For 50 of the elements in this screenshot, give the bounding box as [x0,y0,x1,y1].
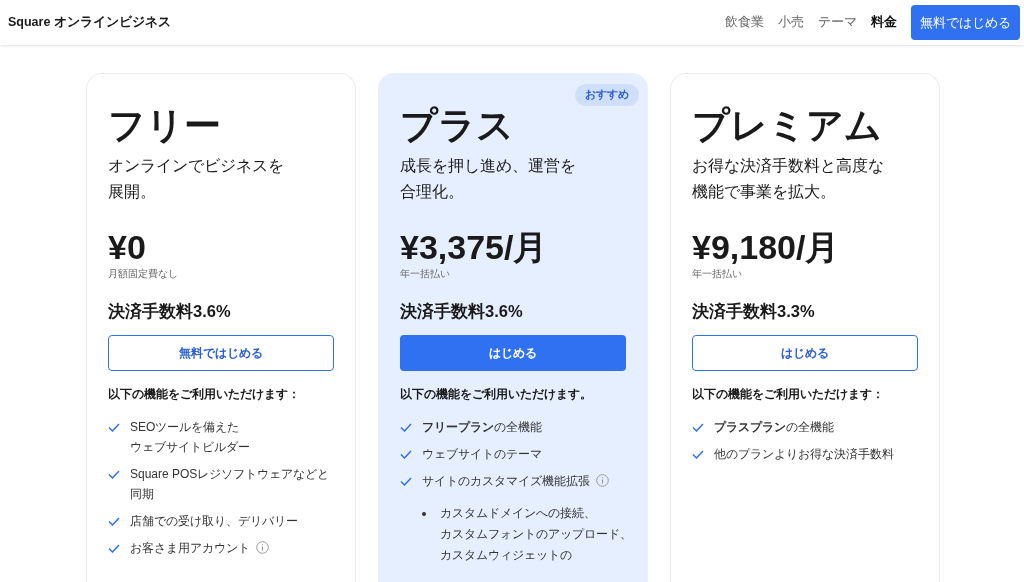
start-button[interactable]: 無料ではじめる [108,335,334,371]
info-icon [596,474,609,487]
feature-text: お客さま用アカウント [130,541,250,555]
check-icon [400,423,412,432]
start-button[interactable]: はじめる [692,335,918,371]
price-note: 年一括払い [400,267,451,281]
check-icon [400,477,412,486]
plan-name: フリー [108,104,222,148]
bullet-icon [422,512,426,516]
nav-link[interactable]: テーマ [818,14,857,31]
feature-text: ウェブサイトのテーマ [422,447,542,461]
transaction-fee: 決済手数料3.6% [108,301,232,322]
check-icon [692,450,704,459]
check-icon [108,423,120,432]
check-icon [692,423,704,432]
plan-description: 成長を押し進め、運営を 合理化。 [400,156,577,202]
check-icon [108,470,120,479]
feature-text: サイトのカスタマイズ機能拡張 [422,474,590,488]
nav-link[interactable]: 飲食業 [725,14,764,31]
features-heading: 以下の機能をご利用いただけます： [692,386,885,403]
plan-name: プラス [400,104,515,148]
info-icon [256,541,269,554]
features-heading: 以下の機能をご利用いただけます： [108,386,301,403]
start-button[interactable]: はじめる [400,335,626,371]
plan-description: お得な決済手数料と高度な 機能で事業を拡大。 [692,156,885,202]
nav-link[interactable]: 料金 [871,14,897,31]
price-note: 年一括払い [692,267,743,281]
plan-price: ¥0 [108,227,147,267]
recommended-badge: おすすめ [575,84,639,106]
brand-name[interactable]: Square オンラインビジネス [8,14,725,31]
nav-link[interactable]: 小売 [778,14,804,31]
transaction-fee: 決済手数料3.6% [400,301,524,322]
feature-detail: カスタムドメインへの接続、 カスタムフォントのアップロード、 カスタムウィジェットの [440,506,632,563]
transaction-fee: 決済手数料3.3% [692,301,816,322]
feature-text: SEOツールを備えた ウェブサイトビルダー [130,420,250,454]
check-icon [400,450,412,459]
feature-text: 店舗での受け取り、デリバリー [130,514,298,528]
feature-text: フリープランの全機能 [422,420,542,434]
features-heading: 以下の機能をご利用いただけます。 [400,386,593,403]
check-icon [108,517,120,526]
plan-description: オンラインでビジネスを 展開。 [108,156,285,202]
plan-name: プレミアム [692,104,883,148]
plan-price: ¥9,180/月 [692,227,841,267]
start-free-button[interactable]: 無料ではじめる [911,5,1020,40]
plan-price: ¥3,375/月 [400,227,549,267]
feature-text: Square POSレジソフトウェアなどと 同期 [130,467,330,501]
feature-text: 他のプランよりお得な決済手数料 [714,447,894,461]
feature-text: プラスプランの全機能 [714,420,834,434]
price-note: 月額固定費なし [108,267,179,281]
check-icon [108,544,120,553]
